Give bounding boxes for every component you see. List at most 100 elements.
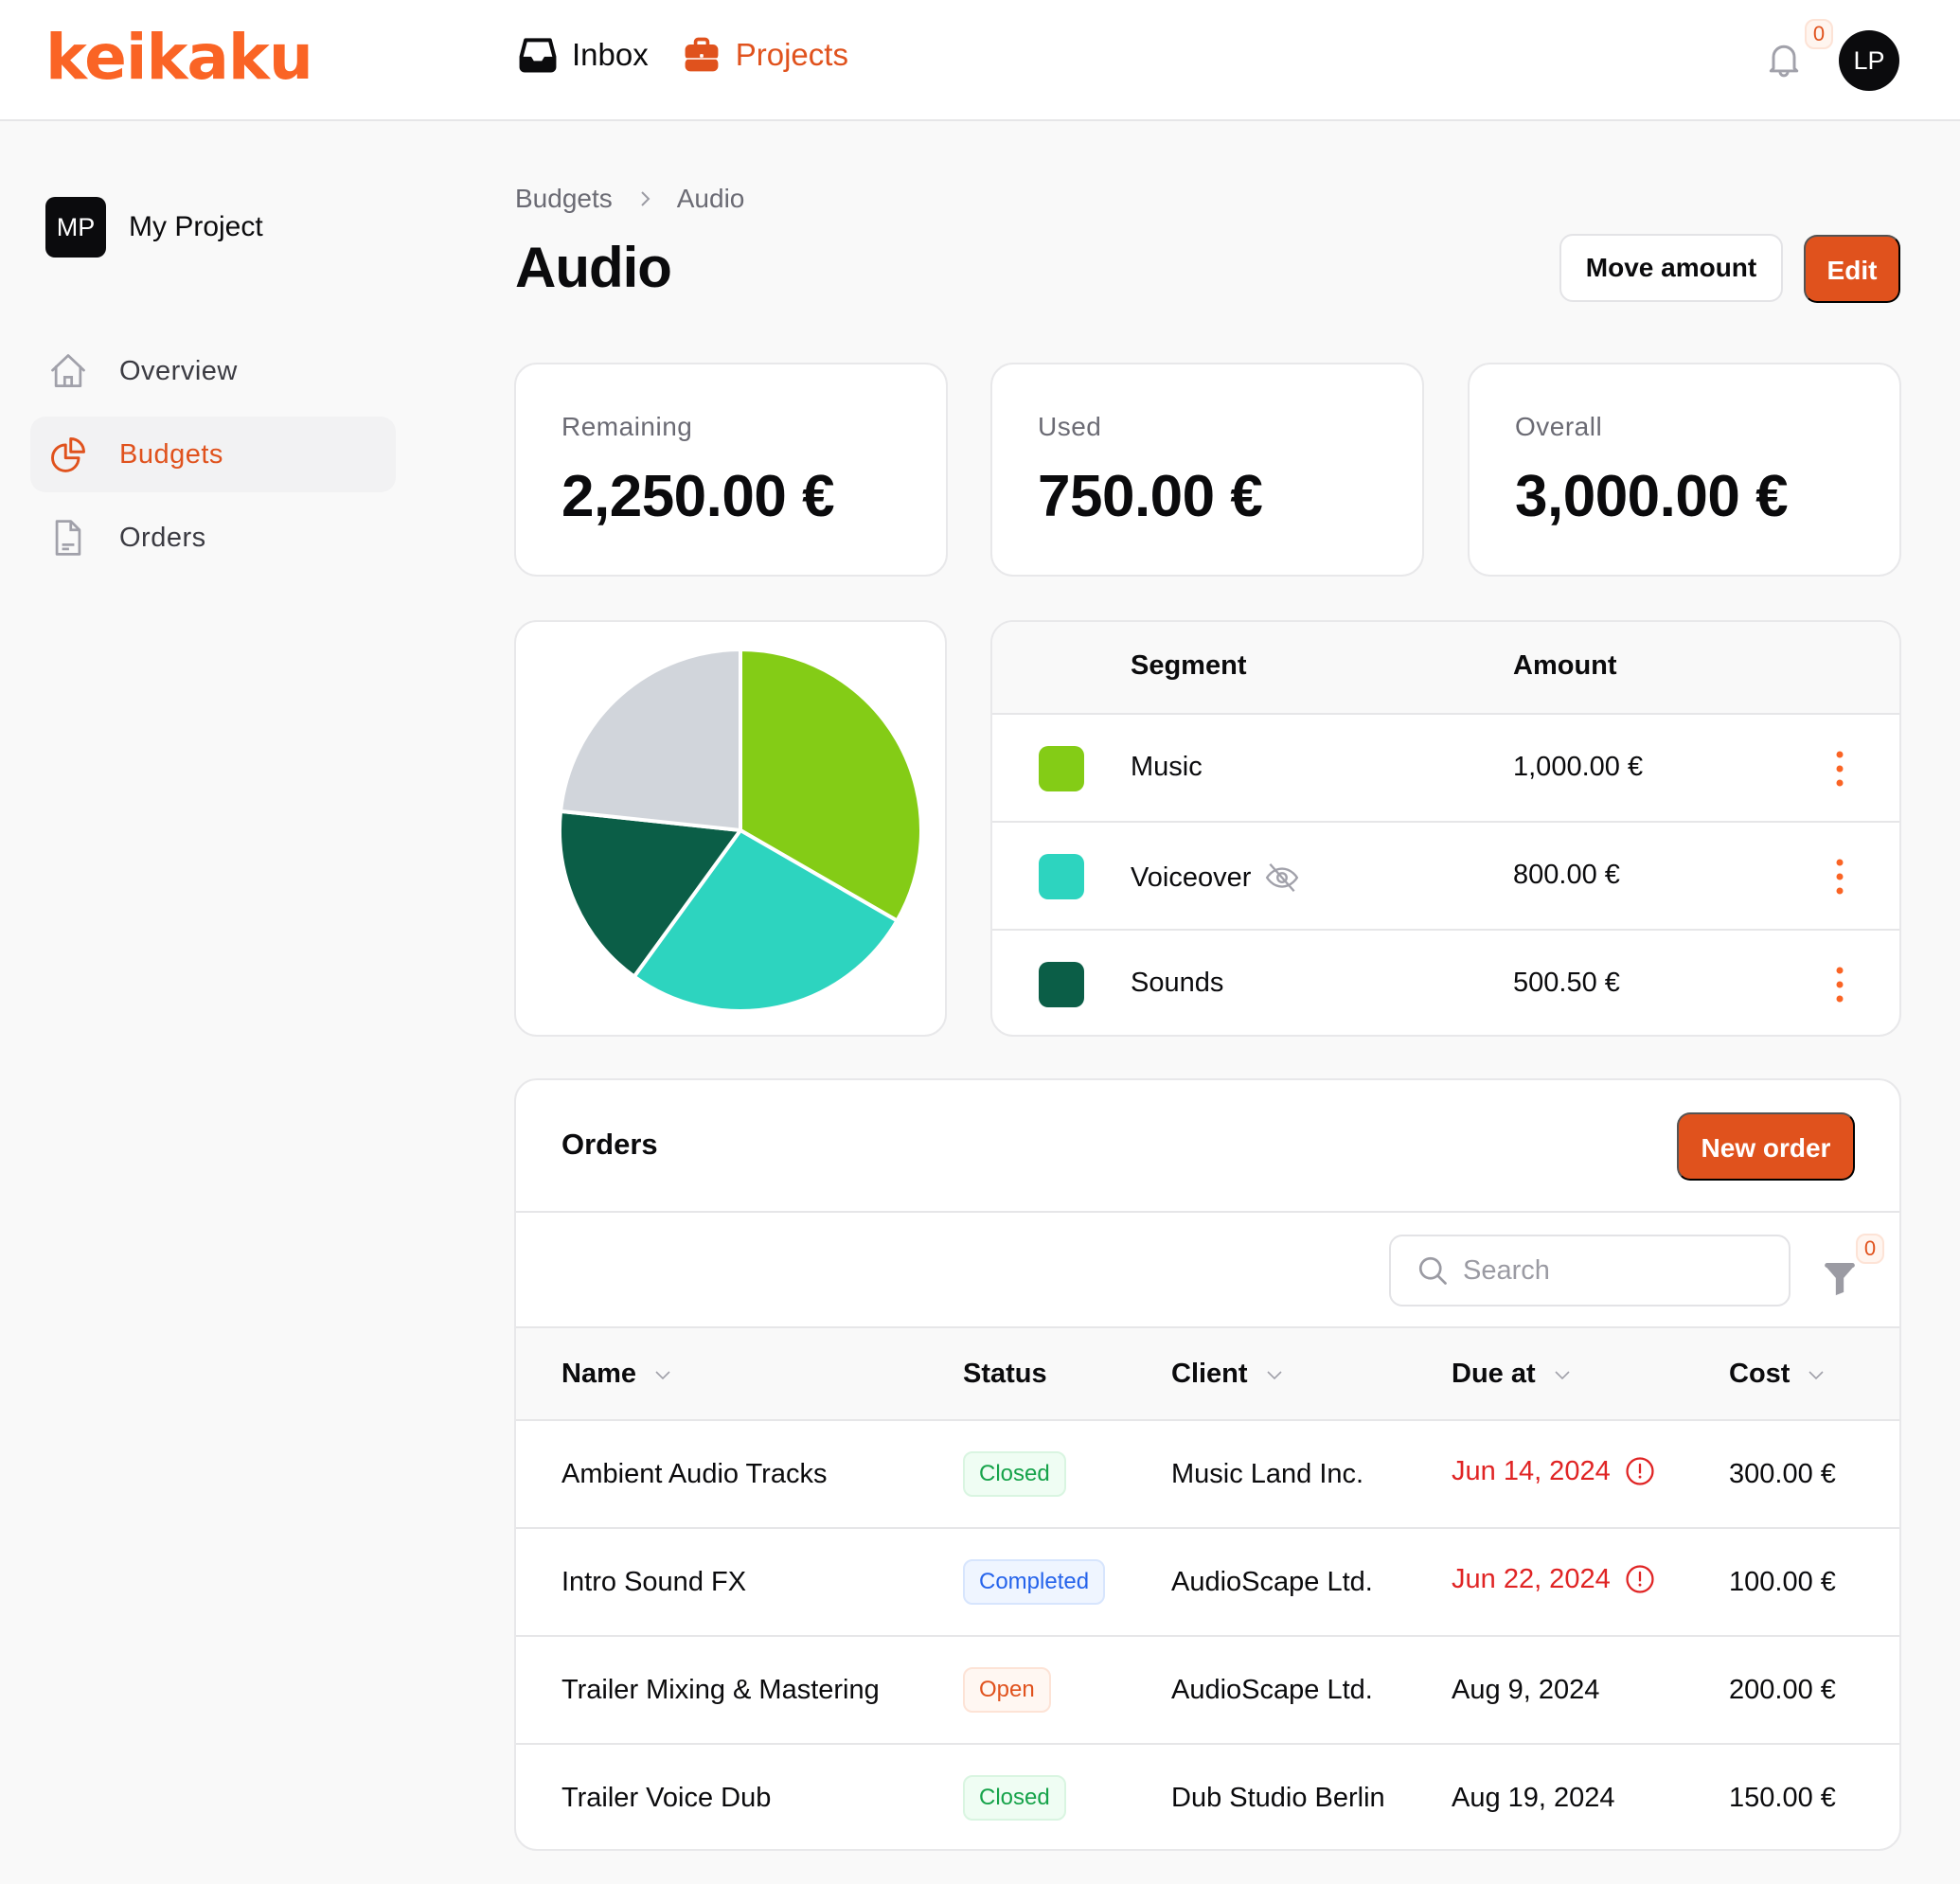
column-header-label: Cost bbox=[1729, 1359, 1791, 1389]
stat-value: 3,000.00 € bbox=[1515, 464, 1789, 529]
chevron-down-icon bbox=[1266, 1370, 1282, 1379]
segment-color-swatch bbox=[1039, 962, 1084, 1007]
order-client: AudioScape Ltd. bbox=[1171, 1567, 1373, 1597]
amount-column-header: Amount bbox=[1513, 650, 1617, 681]
chevron-down-icon bbox=[655, 1370, 670, 1379]
order-cost: 300.00 € bbox=[1729, 1459, 1836, 1489]
order-name[interactable]: Intro Sound FX bbox=[561, 1567, 746, 1598]
nav-inbox[interactable]: Inbox bbox=[517, 34, 649, 76]
column-header-label: Name bbox=[561, 1359, 636, 1389]
segments-header: Segment Amount bbox=[992, 622, 1899, 715]
column-header-name[interactable]: Name bbox=[561, 1359, 674, 1390]
column-header-cost[interactable]: Cost bbox=[1729, 1359, 1827, 1390]
orders-toolbar: 0 bbox=[516, 1213, 1899, 1328]
segment-row: Sounds 500.50 € bbox=[992, 931, 1899, 1035]
chevron-right-icon bbox=[641, 191, 650, 206]
stat-card-used: Used 750.00 € bbox=[990, 363, 1424, 577]
column-header-label: Status bbox=[963, 1359, 1047, 1389]
bell-icon[interactable] bbox=[1763, 38, 1805, 81]
project-name: My Project bbox=[129, 211, 263, 242]
order-name[interactable]: Trailer Voice Dub bbox=[561, 1783, 771, 1814]
segment-amount: 800.00 € bbox=[1513, 860, 1620, 890]
order-name[interactable]: Ambient Audio Tracks bbox=[561, 1459, 827, 1490]
segment-name: Voiceover bbox=[1131, 862, 1252, 893]
top-nav: Inbox Projects bbox=[517, 34, 848, 76]
order-cost: 150.00 € bbox=[1729, 1783, 1836, 1813]
segment-amount: 500.50 € bbox=[1513, 968, 1620, 998]
status-badge: Open bbox=[963, 1667, 1051, 1713]
nav-inbox-label: Inbox bbox=[572, 37, 649, 72]
pie-chart-card bbox=[514, 620, 947, 1037]
due-date-text: Aug 19, 2024 bbox=[1452, 1783, 1615, 1813]
segment-row: Voiceover 800.00 € bbox=[992, 823, 1899, 931]
status-badge: Closed bbox=[963, 1775, 1066, 1821]
segment-name-cell: Music bbox=[1131, 752, 1203, 783]
column-header-due-at[interactable]: Due at bbox=[1452, 1359, 1574, 1390]
segment-color-swatch bbox=[1039, 854, 1084, 899]
status-badge: Completed bbox=[963, 1559, 1106, 1605]
column-header-status: Status bbox=[963, 1359, 1047, 1390]
order-row[interactable]: Ambient Audio Tracks Closed Music Land I… bbox=[516, 1421, 1899, 1529]
notification-count-badge: 0 bbox=[1805, 19, 1833, 49]
home-icon bbox=[51, 354, 85, 387]
project-switcher[interactable]: MP My Project bbox=[45, 197, 263, 258]
order-due-date: Jun 22, 2024 bbox=[1452, 1563, 1656, 1595]
stat-label: Overall bbox=[1515, 412, 1603, 441]
status-badge: Closed bbox=[963, 1451, 1066, 1497]
order-due-date: Aug 19, 2024 bbox=[1452, 1783, 1615, 1814]
breadcrumb: Budgets Audio bbox=[515, 184, 744, 214]
orders-card: Orders New order 0 Name Status Client Due a… bbox=[514, 1078, 1901, 1851]
sidebar-item-label: Budgets bbox=[119, 438, 223, 470]
user-avatar[interactable]: LP bbox=[1839, 30, 1899, 91]
more-options-icon[interactable] bbox=[1826, 745, 1854, 792]
new-order-button[interactable]: New order bbox=[1677, 1112, 1855, 1181]
project-avatar: MP bbox=[45, 197, 106, 258]
stat-value: 750.00 € bbox=[1038, 464, 1263, 529]
more-options-icon[interactable] bbox=[1826, 853, 1854, 900]
chevron-down-icon bbox=[1555, 1370, 1570, 1379]
nav-projects[interactable]: Projects bbox=[681, 34, 848, 76]
document-icon bbox=[55, 520, 81, 556]
filter-icon[interactable] bbox=[1821, 1258, 1859, 1296]
sidebar-item-overview[interactable]: Overview bbox=[30, 333, 396, 409]
segments-table: Segment Amount Music 1,000.00 € Voiceove… bbox=[990, 620, 1901, 1037]
order-due-date: Aug 9, 2024 bbox=[1452, 1675, 1599, 1706]
pie-slice-unallocated[interactable] bbox=[559, 648, 742, 832]
move-amount-button[interactable]: Move amount bbox=[1559, 234, 1783, 302]
order-client: AudioScape Ltd. bbox=[1171, 1675, 1373, 1705]
stat-card-overall: Overall 3,000.00 € bbox=[1468, 363, 1901, 577]
order-row[interactable]: Trailer Voice Dub Closed Dub Studio Berl… bbox=[516, 1745, 1899, 1849]
order-row[interactable]: Intro Sound FX Completed AudioScape Ltd.… bbox=[516, 1529, 1899, 1637]
segment-name: Sounds bbox=[1131, 968, 1224, 998]
order-cost: 100.00 € bbox=[1729, 1567, 1836, 1597]
more-options-icon[interactable] bbox=[1826, 961, 1854, 1008]
column-header-client[interactable]: Client bbox=[1171, 1359, 1286, 1390]
nav-projects-label: Projects bbox=[735, 37, 848, 72]
stat-label: Remaining bbox=[561, 412, 693, 441]
order-cost: 200.00 € bbox=[1729, 1675, 1836, 1705]
search-input[interactable] bbox=[1463, 1254, 1766, 1287]
edit-button[interactable]: Edit bbox=[1804, 235, 1900, 303]
segment-name-cell: Voiceover bbox=[1131, 860, 1300, 896]
sidebar-item-orders[interactable]: Orders bbox=[30, 500, 396, 576]
search-field[interactable] bbox=[1389, 1235, 1791, 1306]
top-bar: keikaku Inbox Projects 0 LP bbox=[0, 0, 1960, 121]
briefcase-icon bbox=[685, 37, 719, 72]
inbox-icon bbox=[519, 38, 557, 73]
sidebar-item-budgets[interactable]: Budgets bbox=[30, 417, 396, 492]
column-header-label: Due at bbox=[1452, 1359, 1536, 1389]
column-header-label: Client bbox=[1171, 1359, 1248, 1389]
segment-name: Music bbox=[1131, 752, 1203, 782]
order-due-date: Jun 14, 2024 bbox=[1452, 1455, 1656, 1487]
order-row[interactable]: Trailer Mixing & Mastering Open AudioSca… bbox=[516, 1637, 1899, 1745]
stat-value: 2,250.00 € bbox=[561, 464, 835, 529]
order-name[interactable]: Trailer Mixing & Mastering bbox=[561, 1675, 880, 1706]
logo[interactable]: keikaku bbox=[45, 21, 313, 94]
alert-circle-icon bbox=[1626, 1565, 1654, 1593]
breadcrumb-budgets[interactable]: Budgets bbox=[515, 184, 613, 214]
eye-off-icon[interactable] bbox=[1264, 860, 1300, 896]
segment-name-cell: Sounds bbox=[1131, 968, 1223, 999]
orders-header: Orders New order bbox=[516, 1080, 1899, 1213]
stat-card-remaining: Remaining 2,250.00 € bbox=[514, 363, 948, 577]
alert-circle-icon bbox=[1626, 1457, 1654, 1485]
